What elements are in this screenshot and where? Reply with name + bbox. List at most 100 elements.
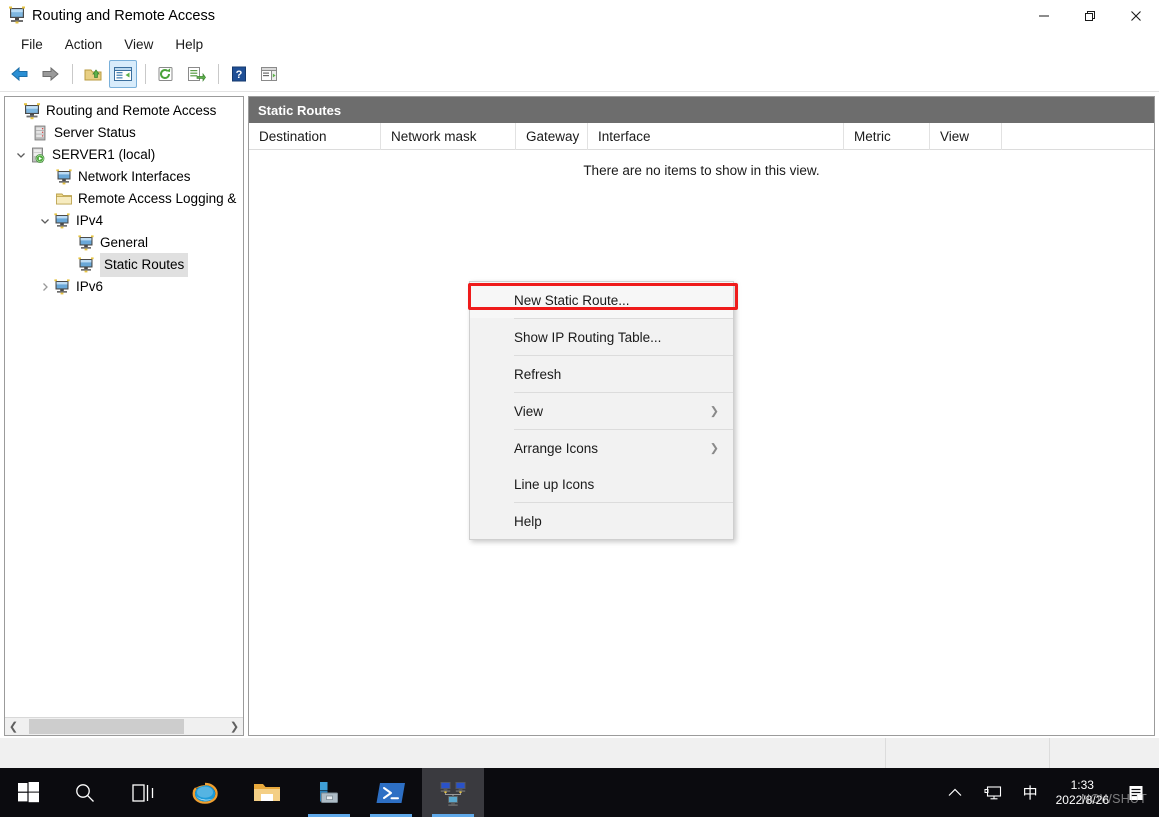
window-title: Routing and Remote Access — [32, 8, 215, 24]
svg-text:?: ? — [236, 69, 243, 81]
network-monitor-icon[interactable] — [973, 768, 1013, 817]
tree-node-network-interfaces[interactable]: Network Interfaces — [5, 166, 243, 188]
context-menu-item-label: View — [514, 403, 544, 419]
taskbar: 中 1:33 2022/8/26 NOWSHUT — [0, 768, 1159, 817]
list-header-title: Static Routes — [258, 102, 342, 118]
column-header-spacer — [1002, 123, 1085, 150]
restore-button[interactable] — [1067, 0, 1113, 32]
network-interface-icon — [77, 256, 95, 274]
start-button-icon[interactable] — [0, 768, 56, 817]
network-interface-icon — [53, 212, 71, 230]
scrollbar-thumb[interactable] — [29, 719, 184, 734]
ctx-arrange-icons[interactable]: Arrange Icons ❯ — [470, 430, 733, 466]
close-button[interactable] — [1113, 0, 1159, 32]
tree-node-label: Server Status — [54, 125, 136, 140]
server-status-icon — [31, 124, 49, 142]
ctx-refresh[interactable]: Refresh — [470, 356, 733, 392]
context-menu-item-label: New Static Route... — [514, 292, 630, 308]
tree-node-label: Static Routes — [100, 253, 189, 277]
tree-node-label: IPv4 — [76, 213, 104, 228]
scrollbar-track[interactable] — [22, 718, 226, 735]
tree-node-server-status[interactable]: Server Status — [5, 122, 243, 144]
column-header-network-mask[interactable]: Network mask — [381, 122, 516, 150]
chevron-right-icon: ❯ — [709, 405, 719, 418]
tree-node-remote-access-logging[interactable]: Remote Access Logging & — [5, 188, 243, 210]
show-action-pane-icon[interactable] — [255, 60, 283, 88]
file-explorer-icon[interactable] — [236, 768, 298, 817]
folder-icon — [55, 190, 73, 208]
tree-node-general[interactable]: General — [5, 232, 243, 254]
tree-node-label: Routing and Remote Access — [46, 103, 217, 118]
network-interface-icon — [77, 234, 95, 252]
console-tree-pane: Routing and Remote Access Server Status — [4, 96, 244, 736]
menu-view[interactable]: View — [113, 35, 164, 54]
refresh-icon[interactable] — [152, 60, 180, 88]
column-header-view[interactable]: View — [930, 122, 1002, 150]
tree-node-routing-and-remote-access[interactable]: Routing and Remote Access — [5, 100, 243, 122]
column-header-interface[interactable]: Interface — [588, 122, 844, 150]
context-menu-item-label: Arrange Icons — [514, 440, 599, 456]
ime-indicator[interactable]: 中 — [1013, 768, 1048, 817]
show-hidden-icons-button[interactable] — [937, 768, 973, 817]
internet-explorer-icon[interactable] — [174, 768, 236, 817]
show-hide-console-tree-icon[interactable] — [109, 59, 137, 88]
tree-node-static-routes[interactable]: Static Routes — [5, 253, 243, 277]
tree-node-ipv4[interactable]: IPv4 — [5, 210, 243, 232]
ime-label: 中 — [1022, 785, 1038, 802]
column-header-row: Destination Network mask Gateway Interfa… — [249, 122, 1154, 150]
help-icon[interactable]: ? — [225, 60, 253, 88]
tree-node-server1-local[interactable]: SERVER1 (local) — [5, 144, 243, 166]
tree-node-label: IPv6 — [76, 279, 104, 294]
context-menu-item-label: Show IP Routing Table... — [514, 329, 662, 345]
empty-view-message: There are no items to show in this view. — [583, 163, 820, 178]
twisty-expanded-icon[interactable] — [13, 144, 29, 166]
status-pane-1 — [0, 738, 886, 768]
toolbar-separator — [145, 63, 146, 84]
scroll-left-icon[interactable]: ❮ — [5, 718, 22, 735]
back-icon[interactable] — [6, 60, 34, 88]
status-bar — [0, 738, 1159, 768]
export-list-icon[interactable] — [182, 60, 210, 88]
minimize-button[interactable] — [1021, 0, 1067, 32]
column-header-metric[interactable]: Metric — [844, 122, 930, 150]
ctx-new-static-route[interactable]: New Static Route... — [470, 282, 733, 318]
toolbar-separator — [72, 63, 73, 84]
search-icon[interactable] — [56, 768, 114, 817]
toolbar-separator — [218, 63, 219, 84]
forward-icon[interactable] — [36, 60, 64, 88]
ctx-view[interactable]: View ❯ — [470, 393, 733, 429]
column-header-destination[interactable]: Destination — [249, 122, 381, 150]
window-controls — [1021, 0, 1159, 32]
powershell-icon[interactable] — [360, 768, 422, 817]
tree-node-label: General — [100, 235, 149, 250]
network-interface-icon — [53, 278, 71, 296]
ctx-line-up-icons[interactable]: Line up Icons — [470, 466, 733, 502]
server-running-icon — [29, 146, 47, 164]
tree-node-label: SERVER1 (local) — [52, 147, 156, 162]
menu-bar: File Action View Help — [0, 32, 1159, 56]
ctx-show-ip-routing-table[interactable]: Show IP Routing Table... — [470, 319, 733, 355]
up-one-level-icon[interactable] — [79, 60, 107, 88]
routing-remote-access-icon[interactable] — [422, 768, 484, 817]
console-root-icon — [23, 102, 41, 120]
context-menu-item-label: Line up Icons — [514, 476, 595, 492]
scroll-right-icon[interactable]: ❯ — [226, 718, 243, 735]
task-view-icon[interactable] — [114, 768, 174, 817]
server-manager-icon[interactable] — [298, 768, 360, 817]
toolbar: ? — [0, 56, 1159, 92]
console-computer-icon — [8, 6, 26, 24]
status-pane-2 — [886, 738, 1050, 768]
tree-node-ipv6[interactable]: IPv6 — [5, 276, 243, 298]
list-header-bar: Static Routes — [249, 97, 1154, 123]
routing-and-remote-access-window: Routing and Remote Access File Action Vi… — [0, 0, 1159, 817]
tree-horizontal-scrollbar[interactable]: ❮ ❯ — [5, 717, 243, 735]
menu-action[interactable]: Action — [54, 35, 114, 54]
console-tree: Routing and Remote Access Server Status — [5, 97, 243, 716]
twisty-expanded-icon[interactable] — [37, 210, 53, 232]
context-menu-item-label: Help — [514, 513, 542, 529]
column-header-gateway[interactable]: Gateway — [516, 122, 588, 150]
ctx-help[interactable]: Help — [470, 503, 733, 539]
twisty-collapsed-icon[interactable] — [37, 276, 53, 298]
menu-help[interactable]: Help — [164, 35, 214, 54]
menu-file[interactable]: File — [10, 35, 54, 54]
